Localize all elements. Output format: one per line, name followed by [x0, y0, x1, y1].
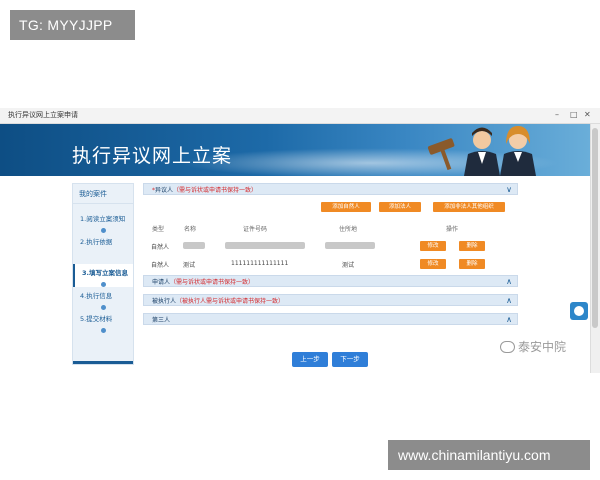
section-note: （需与诉状或申请书保持一致）: [170, 279, 255, 286]
section-third-party[interactable]: 第三人 ∧: [143, 313, 518, 325]
screenshot-root: TG: MYYJJPP 执行异议网上立案申请 – □ ✕ 执行异议网上立案 我的…: [0, 0, 600, 480]
step-dot-icon: [101, 328, 106, 333]
sidebar-step-label: 1.阅读立案须知: [80, 215, 126, 223]
row2-name: 测试: [183, 262, 196, 269]
row1-name-redacted: [183, 242, 205, 249]
scrollbar-thumb[interactable]: [592, 128, 598, 328]
footer-brand-text: 泰安中院: [518, 340, 567, 354]
section-third-label: 第三人: [152, 315, 170, 324]
row1-type: 自然人: [151, 244, 170, 251]
row1-edit-button[interactable]: 修改: [420, 241, 446, 251]
add-natural-person-button[interactable]: 添加自然人: [321, 202, 371, 212]
app-window: 执行异议网上立案申请 – □ ✕ 执行异议网上立案 我的案件 1.阅读立案须知 …: [0, 108, 600, 373]
sidebar-header: 我的案件: [73, 184, 133, 204]
section-executed-label: 被执行人（被执行人需与诉状或申请书保持一致）: [152, 296, 284, 305]
chevron-down-icon[interactable]: ∨: [506, 184, 512, 195]
wechat-icon: [500, 341, 515, 353]
progress-sidebar: 我的案件 1.阅读立案须知 2.执行依据 3.填写立案信息 4.执行信息 5.提…: [72, 183, 134, 365]
prev-step-button[interactable]: 上一步: [292, 352, 328, 367]
column-header-id: 证件号码: [243, 226, 268, 233]
section-applicant[interactable]: 申请人（需与诉状或申请书保持一致） ∧: [143, 275, 518, 287]
row2-edit-button[interactable]: 修改: [420, 259, 446, 269]
title-bar: 执行异议网上立案申请 – □ ✕: [0, 108, 600, 124]
section-title: 第三人: [152, 317, 171, 324]
add-legal-person-button[interactable]: 添加法人: [379, 202, 421, 212]
row1-address-redacted: [325, 242, 375, 249]
chevron-up-icon[interactable]: ∧: [506, 295, 512, 306]
minimize-icon[interactable]: –: [555, 110, 559, 120]
section-executed-person[interactable]: 被执行人（被执行人需与诉状或申请书保持一致） ∧: [143, 294, 518, 306]
section-applicant-label: 申请人（需与诉状或申请书保持一致）: [152, 277, 254, 286]
sidebar-step-4[interactable]: 4.执行信息: [73, 287, 133, 310]
sidebar-step-5[interactable]: 5.提交材料: [73, 310, 133, 333]
restore-icon[interactable]: □: [570, 110, 578, 120]
chevron-up-icon[interactable]: ∧: [506, 276, 512, 287]
sidebar-step-3[interactable]: 3.填写立案信息: [73, 264, 133, 287]
section-title: 申请人: [152, 279, 171, 286]
watermark-top: TG: MYYJJPP: [10, 10, 135, 40]
section-note: （需与诉状或申请书保持一致）: [173, 187, 258, 194]
floating-assistant-icon[interactable]: [570, 302, 588, 320]
next-step-button[interactable]: 下一步: [332, 352, 368, 367]
add-other-organization-button[interactable]: 添加非法人其他组织: [433, 202, 505, 212]
section-title: 被执行人: [152, 298, 177, 305]
chevron-up-icon[interactable]: ∧: [506, 314, 512, 325]
header-banner: 执行异议网上立案: [0, 124, 590, 176]
row2-type: 自然人: [151, 262, 170, 269]
sidebar-step-label: 2.执行依据: [80, 238, 113, 246]
column-header-name: 名称: [184, 226, 197, 233]
section-title: 异议人: [155, 187, 174, 194]
column-header-actions: 操作: [446, 226, 459, 233]
row2-id: 111111111111111: [231, 260, 289, 267]
column-header-address: 住所地: [339, 226, 358, 233]
watermark-bottom: www.chinamilantiyu.com: [388, 440, 590, 470]
sidebar-step-label: 4.执行信息: [80, 292, 113, 300]
column-header-type: 类型: [152, 226, 165, 233]
row1-delete-button[interactable]: 删除: [459, 241, 485, 251]
window-title: 执行异议网上立案申请: [8, 111, 78, 119]
section-objector-label: *异议人（需与诉状或申请书保持一致）: [152, 185, 257, 194]
section-objector[interactable]: *异议人（需与诉状或申请书保持一致） ∨: [143, 183, 518, 195]
row2-address: 测试: [342, 262, 355, 269]
banner-title: 执行异议网上立案: [72, 145, 233, 167]
sidebar-step-2[interactable]: 2.执行依据: [73, 233, 133, 256]
sidebar-step-label: 5.提交材料: [80, 315, 113, 323]
sidebar-step-1[interactable]: 1.阅读立案须知: [73, 210, 133, 233]
row2-delete-button[interactable]: 删除: [459, 259, 485, 269]
judges-gavel-illustration-icon: [427, 126, 536, 176]
sidebar-step-label: 3.填写立案信息: [82, 269, 128, 277]
sidebar-bottom-bar: [73, 361, 133, 364]
footer-brand: 泰安中院: [500, 338, 566, 355]
section-note: （被执行人需与诉状或申请书保持一致）: [176, 298, 285, 305]
row1-id-redacted: [225, 242, 305, 249]
close-icon[interactable]: ✕: [584, 110, 591, 120]
